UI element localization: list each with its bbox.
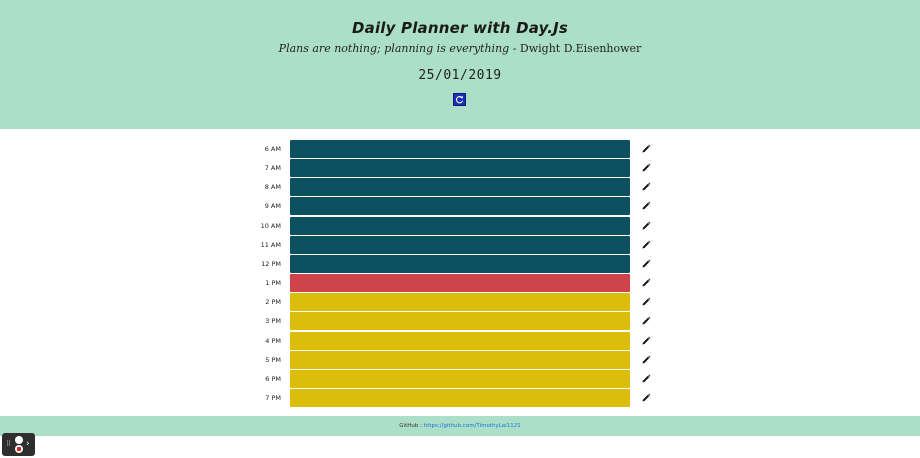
page-title: Daily Planner with Day.Js <box>351 19 569 37</box>
pencil-icon[interactable] <box>641 144 651 154</box>
hour-label: 11 AM <box>260 240 281 249</box>
pencil-icon[interactable] <box>641 355 651 365</box>
footer-label: GitHub : <box>399 423 424 429</box>
time-block-row: 12 PM <box>0 254 920 274</box>
time-block-row: 5 PM <box>0 350 920 370</box>
hour-label: 5 PM <box>265 355 281 364</box>
time-block-row: 6 AM <box>0 140 920 159</box>
github-link[interactable]: https://github.com/TimothyLai1121 <box>424 423 521 429</box>
hour-label: 6 PM <box>265 374 281 383</box>
event-textarea[interactable] <box>290 388 630 407</box>
event-textarea[interactable] <box>290 197 630 216</box>
time-block-row: 4 PM <box>0 331 920 351</box>
pencil-icon[interactable] <box>641 163 651 173</box>
quote-author: - Dwight D.Eisenhower <box>509 42 642 55</box>
quote: Plans are nothing; planning is everythin… <box>0 42 920 55</box>
header: Daily Planner with Day.Js Plans are noth… <box>0 0 920 129</box>
hour-label: 8 AM <box>264 183 281 192</box>
event-textarea[interactable] <box>290 369 630 388</box>
floating-widget[interactable]: ⠿ › <box>2 433 35 456</box>
hour-label: 7 PM <box>265 393 281 402</box>
time-block-row: 7 PM <box>0 388 920 408</box>
pencil-icon[interactable] <box>641 297 651 307</box>
time-block-row: 11 AM <box>0 235 920 255</box>
current-date: 25/01/2019 <box>418 68 502 83</box>
event-textarea[interactable] <box>290 293 630 312</box>
event-textarea[interactable] <box>290 235 630 254</box>
hour-label: 1 PM <box>265 279 281 288</box>
hour-label: 2 PM <box>265 298 281 307</box>
time-block-row: 9 AM <box>0 197 920 216</box>
event-textarea[interactable] <box>290 350 630 369</box>
notification-badge <box>15 436 23 444</box>
refresh-icon <box>455 95 464 104</box>
event-textarea[interactable] <box>290 331 630 350</box>
refresh-button[interactable] <box>453 93 466 106</box>
pencil-icon[interactable] <box>641 182 651 192</box>
time-block-row: 3 PM <box>0 312 920 331</box>
event-textarea[interactable] <box>290 159 630 178</box>
event-textarea[interactable] <box>290 216 630 235</box>
pencil-icon[interactable] <box>641 240 651 250</box>
time-block-row: 2 PM <box>0 293 920 312</box>
event-textarea[interactable] <box>290 178 630 197</box>
hour-label: 7 AM <box>264 164 281 173</box>
pencil-icon[interactable] <box>641 374 651 384</box>
hour-label: 10 AM <box>260 221 281 230</box>
event-textarea[interactable] <box>290 254 630 273</box>
event-textarea[interactable] <box>290 274 630 293</box>
chevron-right-icon[interactable]: › <box>26 439 30 449</box>
pencil-icon[interactable] <box>641 259 651 269</box>
time-block-row: 10 AM <box>0 216 920 236</box>
hour-label: 12 PM <box>261 259 281 268</box>
pencil-icon[interactable] <box>641 336 651 346</box>
hour-label: 9 AM <box>264 202 281 211</box>
pencil-icon[interactable] <box>641 221 651 231</box>
drag-handle-icon[interactable]: ⠿ <box>6 441 11 448</box>
record-icon[interactable] <box>15 445 23 453</box>
footer: GitHub : https://github.com/TimothyLai11… <box>0 416 920 436</box>
event-textarea[interactable] <box>290 140 630 158</box>
time-block-row: 1 PM <box>0 274 920 293</box>
pencil-icon[interactable] <box>641 316 651 326</box>
time-block-row: 8 AM <box>0 178 920 197</box>
pencil-icon[interactable] <box>641 393 651 403</box>
hour-label: 3 PM <box>265 317 281 326</box>
time-block-row: 6 PM <box>0 369 920 389</box>
quote-text: Plans are nothing; planning is everythin… <box>278 42 510 55</box>
time-block-row: 7 AM <box>0 159 920 178</box>
event-textarea[interactable] <box>290 312 630 331</box>
pencil-icon[interactable] <box>641 201 651 211</box>
hour-label: 6 AM <box>264 145 281 153</box>
pencil-icon[interactable] <box>641 278 651 288</box>
hour-label: 4 PM <box>265 336 281 345</box>
